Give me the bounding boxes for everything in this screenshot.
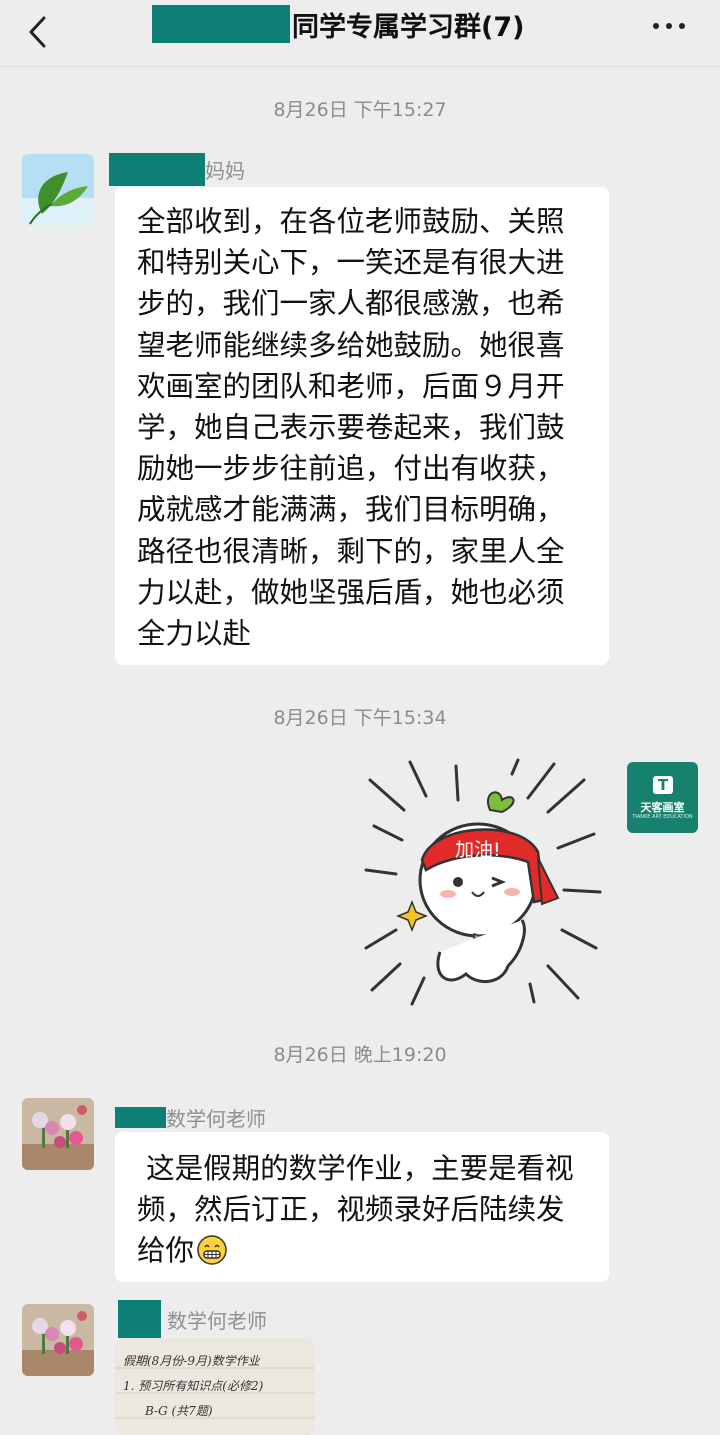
sender-suffix: 数学何老师	[166, 1107, 266, 1131]
sender-suffix: 数学何老师	[167, 1308, 267, 1333]
image-message[interactable]: 假期(8月份-9月)数学作业 1. 预习所有知识点(必修2) B-G (共7题)	[115, 1338, 315, 1435]
note-line: 假期(8月份-9月)数学作业	[123, 1354, 261, 1368]
message-text: 全部收到，在各位老师鼓励、关照和特别关心下，一笑还是有很大进步的，我们一家人都很…	[137, 205, 565, 651]
avatar[interactable]	[22, 1098, 94, 1170]
sender-name: 数学何老师	[115, 1103, 266, 1132]
chat-title: 同学专属学习群(7)	[152, 4, 524, 44]
timestamp: 8月26日 下午15:34	[273, 707, 447, 729]
redacted-block	[115, 1107, 166, 1128]
sticker-message[interactable]: 加油!	[352, 752, 612, 1010]
chat-title-text: 同学专属学习群(7)	[292, 11, 525, 43]
message-bubble[interactable]: 全部收到，在各位老师鼓励、关照和特别关心下，一笑还是有很大进步的，我们一家人都很…	[115, 187, 609, 665]
message-bubble[interactable]: 这是假期的数学作业，主要是看视频，然后订正，视频录好后陆续发给你	[115, 1132, 609, 1282]
redacted-block	[109, 153, 205, 186]
timestamp: 8月26日 晚上19:20	[273, 1044, 447, 1066]
more-dots-icon	[653, 23, 685, 29]
cheer-sticker-image: 加油!	[364, 758, 602, 1006]
avatar[interactable]	[22, 1304, 94, 1376]
redacted-block	[118, 1300, 161, 1338]
chevron-left-icon	[29, 16, 46, 48]
logo-text: 天客画室	[640, 801, 685, 814]
flowers-avatar-image	[22, 1304, 94, 1376]
logo-letter: T	[653, 776, 673, 794]
redacted-block	[152, 5, 290, 43]
logo-subtext: TIANKE ART EDUCATION	[632, 814, 693, 820]
flowers-avatar-image	[22, 1098, 94, 1170]
more-button[interactable]	[650, 18, 690, 32]
back-button[interactable]	[18, 10, 58, 54]
sender-name: 妈妈	[109, 153, 245, 186]
sender-name: 数学何老师	[118, 1300, 267, 1338]
avatar[interactable]	[22, 154, 94, 226]
sticker-text: 加油!	[455, 839, 501, 861]
grin-emoji-icon	[196, 1234, 228, 1266]
note-line: 1. 预习所有知识点(必修2)	[123, 1379, 264, 1393]
my-avatar[interactable]: T 天客画室 TIANKE ART EDUCATION	[627, 762, 698, 833]
note-line: B-G (共7题)	[144, 1404, 213, 1418]
handwritten-note-image: 假期(8月份-9月)数学作业 1. 预习所有知识点(必修2) B-G (共7题)	[115, 1338, 315, 1435]
leaf-avatar-image	[22, 154, 94, 226]
timestamp: 8月26日 下午15:27	[273, 99, 447, 121]
chat-header: 同学专属学习群(7)	[0, 0, 720, 67]
sender-suffix: 妈妈	[205, 159, 245, 183]
